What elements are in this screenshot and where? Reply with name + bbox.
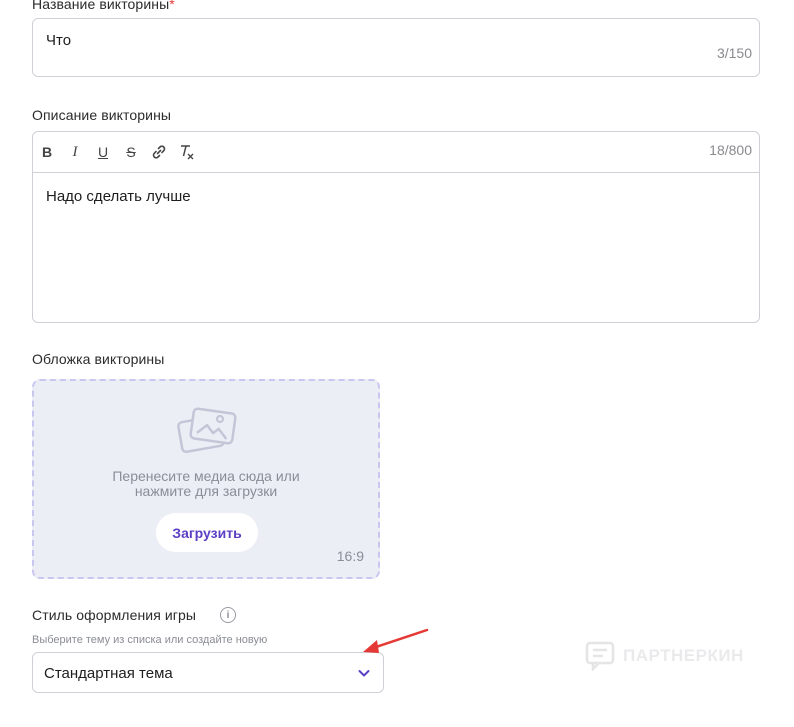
- rich-text-toolbar: B I U S 18/800: [33, 132, 759, 173]
- watermark-logo-icon: [585, 641, 615, 671]
- dropzone-instructions: Перенесите медиа сюда или нажмите для за…: [34, 469, 378, 499]
- underline-button[interactable]: U: [94, 143, 112, 161]
- quiz-title-value[interactable]: Что: [46, 32, 71, 49]
- cover-dropzone[interactable]: Перенесите медиа сюда или нажмите для за…: [32, 379, 380, 579]
- italic-button[interactable]: I: [66, 143, 84, 161]
- quiz-description-editor[interactable]: B I U S 18/800 Надо сделать лучше: [32, 131, 760, 323]
- image-upload-icon: [177, 407, 237, 454]
- quiz-title-input[interactable]: Что 3/150: [32, 18, 760, 77]
- watermark-text: ПАРТНЕРКИН: [623, 646, 744, 665]
- dropzone-text-line2: нажмите для загрузки: [134, 483, 278, 499]
- link-icon: [152, 145, 166, 159]
- quiz-cover-label: Обложка викторины: [32, 351, 165, 367]
- aspect-ratio-label: 16:9: [336, 548, 364, 564]
- clear-format-icon: [181, 145, 194, 160]
- dropzone-text-line1: Перенесите медиа сюда или: [112, 468, 300, 484]
- quiz-title-counter: 3/150: [716, 45, 752, 61]
- strikethrough-icon: S: [126, 144, 136, 160]
- underline-icon: U: [97, 144, 109, 160]
- info-icon[interactable]: i: [220, 607, 236, 623]
- italic-icon: I: [72, 143, 78, 160]
- quiz-title-label-text: Название викторины: [32, 0, 170, 12]
- strikethrough-button[interactable]: S: [122, 143, 140, 161]
- quiz-description-label: Описание викторины: [32, 107, 172, 123]
- game-style-hint: Выберите тему из списка или создайте нов…: [32, 634, 268, 646]
- clear-format-button[interactable]: [178, 143, 196, 161]
- required-mark: *: [169, 0, 175, 12]
- quiz-title-label: Название викторины*: [32, 0, 175, 12]
- upload-button[interactable]: Загрузить: [156, 513, 258, 552]
- chevron-down-icon[interactable]: [357, 666, 371, 680]
- theme-select[interactable]: Стандартная тема: [32, 652, 384, 693]
- quiz-description-counter: 18/800: [709, 142, 752, 158]
- theme-select-value: Стандартная тема: [44, 665, 173, 682]
- quiz-description-value[interactable]: Надо сделать лучше: [46, 188, 191, 205]
- watermark: ПАРТНЕРКИН: [585, 641, 744, 671]
- link-button[interactable]: [150, 143, 168, 161]
- bold-button[interactable]: B: [38, 143, 56, 161]
- bold-icon: B: [41, 144, 53, 160]
- game-style-label: Стиль оформления игры: [32, 607, 197, 623]
- annotation-arrow-icon: [363, 628, 429, 653]
